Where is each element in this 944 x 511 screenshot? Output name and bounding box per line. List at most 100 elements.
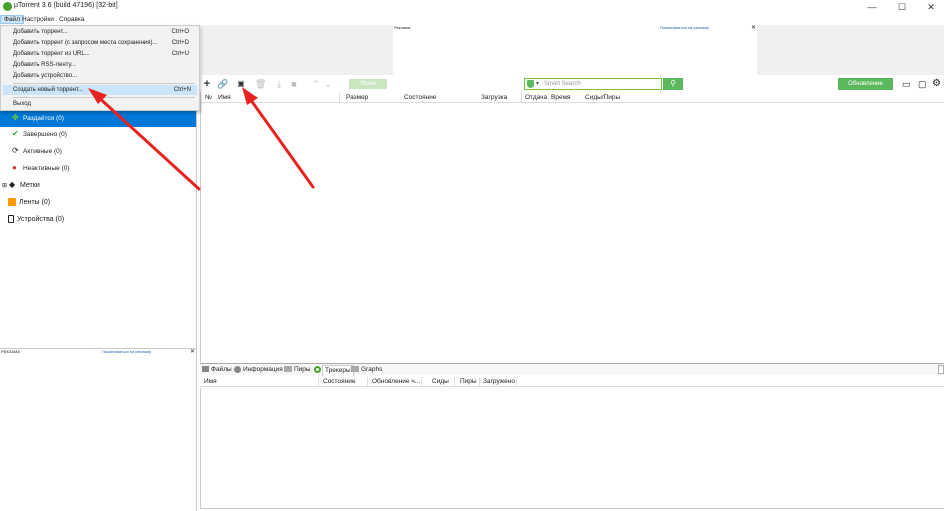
column-separator[interactable] [367,377,368,386]
ad-label: Реклама [394,25,411,30]
tab-files[interactable]: Файлы [211,365,232,375]
column-time[interactable]: Время [551,93,571,102]
sidebar-item-inactive[interactable]: ● Неактивные (0) [0,161,196,177]
expand-icon[interactable]: ⊞ [2,183,7,189]
column-separator[interactable] [339,93,340,102]
chat-icon[interactable]: ▭ [902,79,911,90]
trackers-icon [314,366,321,373]
sidebar-item-label: Раздаётся (0) [23,115,64,122]
menu-item-add-torrent-ask[interactable]: Добавить торрент (с запросом места сохра… [13,38,195,48]
sidebar-item-label: Неактивные (0) [23,165,70,172]
menu-settings[interactable]: Настройки [19,15,57,24]
sidebar-item-active[interactable]: ⟳ Активные (0) [0,144,196,160]
close-button[interactable]: ✕ [916,0,944,14]
minimize-button[interactable]: — [857,0,887,14]
search-placeholder: Smart Search [544,81,581,87]
tab-info[interactable]: Информация [243,365,283,375]
search-button[interactable]: ⚲ [663,78,683,90]
column-number[interactable]: № [205,93,212,102]
remote-device-icon[interactable]: ▢ [918,79,927,90]
sidebar-item-devices[interactable]: Устройства (0) [0,212,196,228]
stop-icon[interactable]: ■ [289,79,299,89]
column-status[interactable]: Состояние [404,93,436,102]
refresh-icon: ⟳ [12,146,19,156]
file-menu: Добавить торрент... Ctrl+O Добавить торре… [0,25,200,111]
ad-report-link[interactable]: Пожаловаться на рекламу [660,25,709,31]
search-icon: ⚲ [670,79,676,88]
menu-item-label: Добавить RSS-ленту... [13,62,76,68]
move-up-icon[interactable]: ⌃ [311,79,321,89]
device-icon [8,215,14,224]
column-name[interactable]: Имя [204,377,217,386]
menu-item-add-rss[interactable]: Добавить RSS-ленту... [13,60,195,70]
sidebar-item-feeds[interactable]: Ленты (0) [0,195,196,211]
ad-label: РЕКЛАМА [1,349,20,354]
shield-icon [527,80,534,88]
menu-separator [13,97,195,98]
create-torrent-icon[interactable]: ▣ [236,79,246,89]
sidebar-item-seeding[interactable]: ✤ Раздаётся (0) [0,111,196,127]
column-downloaded[interactable]: Загружено [483,377,515,386]
ad-close-icon[interactable]: ✕ [751,25,756,31]
title-bar: µTorrent 3.6 (build 47196) [32-bit] — ☐ … [0,0,944,14]
column-download[interactable]: Загрузка [481,93,507,102]
menu-item-label: Добавить торрент (с запросом места сохра… [13,40,158,46]
add-url-link-icon[interactable]: 🔗 [217,79,228,89]
column-upload[interactable]: Отдача [525,93,547,102]
inactive-icon: ● [12,163,17,173]
sidebar-item-labels[interactable]: ⊞ ◆ Метки [0,178,196,194]
column-separator[interactable] [454,377,455,386]
peers-icon [284,366,292,372]
column-separator[interactable] [516,377,517,386]
sidebar-item-completed[interactable]: ✔ Завершено (0) [0,127,196,143]
ad-banner-center: Реклама Пожаловаться на рекламу ✕ [393,25,757,75]
move-down-icon[interactable]: ⌄ [323,79,333,89]
menu-item-add-device[interactable]: Добавить устройство... [13,71,195,81]
sidebar-item-label: Ленты (0) [19,199,51,206]
ad-close-icon[interactable]: ✕ [190,349,195,355]
panel-toggle-icon[interactable] [938,365,944,374]
column-seeds-peers[interactable]: Сиды/Пиры [585,93,620,102]
menu-item-shortcut: Ctrl+O [171,29,189,35]
menu-item-create-torrent[interactable]: Создать новый торрент... Ctrl+N [3,85,197,95]
menu-help[interactable]: Справка [56,15,88,24]
column-peers[interactable]: Пиры [460,377,477,386]
info-icon [234,366,241,373]
search-dropdown-icon[interactable]: ▾ [536,80,539,87]
remove-trash-icon[interactable]: 🗑 [255,79,266,89]
sidebar-item-label: Завершено (0) [23,131,67,138]
tab-trackers[interactable]: Трекеры [322,365,354,376]
share-button[interactable]: Share [349,79,387,89]
graphs-icon [351,366,359,372]
menu-item-add-torrent-url[interactable]: Добавить торрент из URL... Ctrl+U [13,49,195,59]
menu-item-exit[interactable]: Выход [13,99,195,109]
ad-report-link[interactable]: Пожаловаться на рекламу [102,349,151,355]
column-update[interactable]: Обновление ч... [372,377,420,386]
check-icon: ✔ [12,129,19,139]
ad-banner-right [757,25,944,75]
menu-item-shortcut: Ctrl+D [171,40,189,46]
menu-item-label: Создать новый торрент... [13,87,84,93]
settings-gear-icon[interactable]: ⚙ [932,78,941,89]
sidebar-item-label: Активные (0) [23,148,62,155]
column-name[interactable]: Имя [218,93,231,102]
menu-item-shortcut: Ctrl+N [173,87,191,93]
tab-graphs[interactable]: Graphs [361,365,382,375]
search-input[interactable]: ▾ Smart Search [524,78,662,90]
tag-icon: ◆ [8,180,16,190]
tab-peers[interactable]: Пиры [294,365,311,375]
column-separator[interactable] [521,93,522,102]
menu-item-add-torrent[interactable]: Добавить торрент... Ctrl+O [13,27,195,37]
column-seeds[interactable]: Сиды [432,377,449,386]
menu-separator [13,83,195,84]
update-button[interactable]: Обновление [838,78,893,90]
column-separator[interactable] [421,377,422,386]
add-torrent-icon[interactable]: + [202,79,212,90]
column-size[interactable]: Размер [346,93,368,102]
torrent-list-header: № Имя Размер Состояние Загрузка Отдача В… [201,92,944,103]
column-separator[interactable] [479,377,480,386]
column-status[interactable]: Состояние [323,377,355,386]
start-download-icon[interactable]: ⤓ [274,79,284,89]
maximize-button[interactable]: ☐ [887,0,917,14]
column-separator[interactable] [318,377,319,386]
